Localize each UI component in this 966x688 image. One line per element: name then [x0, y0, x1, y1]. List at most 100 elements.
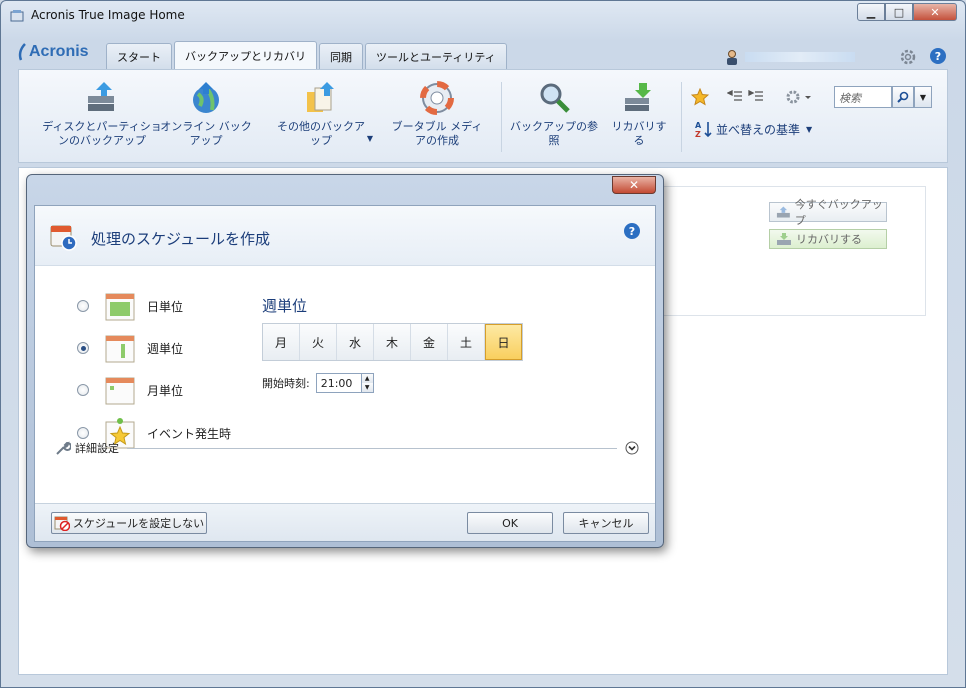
user-icon [727, 50, 737, 65]
start-time-spinner[interactable]: ▲ ▼ [361, 373, 374, 393]
user-name-redacted [745, 52, 855, 62]
day-mon[interactable]: 月 [263, 324, 300, 360]
weekday-selector: 月 火 水 木 金 土 日 [262, 323, 523, 361]
bootable-media-button[interactable]: ブータブル メディアの作成 [389, 80, 485, 148]
other-backup-label: その他のバックアップ [277, 120, 365, 147]
window-title: Acronis True Image Home [31, 8, 185, 22]
logo-swoosh-icon [18, 43, 26, 61]
option-weekly-label: 週単位 [147, 341, 184, 356]
tools-gear-dropdown-icon[interactable] [785, 88, 813, 106]
window-controls: ▁ □ ✕ [857, 3, 957, 21]
start-time-input[interactable]: 21:00 [315, 373, 362, 393]
disk-backup-label: ディスクとパーティションのバックアップ [42, 120, 162, 147]
disk-backup-icon [88, 82, 114, 111]
spinner-down-icon[interactable]: ▼ [361, 383, 373, 392]
day-sat[interactable]: 土 [448, 324, 485, 360]
option-daily-label: 日単位 [147, 299, 184, 314]
dialog-body: 日単位 週単位 月単位 イベント発生時 週単位 月 火 水 木 金 土 日 開始… [35, 267, 655, 503]
online-backup-button[interactable]: オンライン バックアップ [156, 80, 256, 148]
user-account[interactable] [725, 49, 855, 65]
dialog-help-icon[interactable]: ? [623, 222, 641, 240]
svg-text:A: A [695, 121, 702, 130]
title-bar: Acronis True Image Home ▁ □ ✕ [1, 1, 965, 31]
sort-az-icon: A Z [695, 121, 712, 138]
option-weekly[interactable]: 週単位 [77, 333, 183, 363]
recover-side-button[interactable]: リカバリする [769, 229, 887, 249]
app-icon [10, 10, 24, 22]
dialog-inner: 処理のスケジュールを作成 ? 日単位 週単位 月単位 イベント発生時 週単位 月… [34, 205, 656, 542]
schedule-dialog: ✕ 処理のスケジュールを作成 ? 日単位 週単位 月単位 イベント発生時 週単位… [26, 174, 664, 548]
svg-text:?: ? [935, 50, 941, 63]
no-schedule-icon [54, 516, 70, 531]
help-icon[interactable]: ? [929, 47, 947, 65]
radio-on-event[interactable] [77, 427, 89, 439]
disk-partition-backup-button[interactable]: ディスクとパーティションのバックアップ [37, 80, 167, 148]
start-time-label: 開始時刻: [262, 377, 310, 390]
dropdown-arrow-icon: ▼ [366, 134, 373, 143]
other-backup-button[interactable]: その他のバックアップ ▼ [273, 80, 373, 148]
tab-backup-recovery[interactable]: バックアップとリカバリ [174, 41, 317, 69]
wrench-icon [56, 441, 71, 455]
option-monthly[interactable]: 月単位 [77, 375, 183, 405]
backup-now-button[interactable]: 今すぐバックアップ [769, 198, 887, 227]
maximize-button[interactable]: □ [885, 3, 913, 21]
globe-icon [193, 82, 219, 113]
calendar-monthly-icon [105, 377, 135, 405]
calendar-weekly-icon [105, 335, 135, 363]
svg-text:Z: Z [695, 130, 701, 138]
tab-tools-utilities[interactable]: ツールとユーティリティ [365, 43, 507, 69]
sort-by-button[interactable]: A Z 並べ替えの基準 ▼ [694, 120, 812, 138]
acronis-logo: Acronis [17, 43, 89, 61]
recover-button[interactable]: リカバリする [609, 80, 669, 148]
radio-monthly[interactable] [77, 384, 89, 396]
browse-backups-button[interactable]: バックアップの参照 [509, 80, 599, 148]
option-daily[interactable]: 日単位 [77, 291, 183, 321]
cancel-button[interactable]: キャンセル [563, 512, 649, 534]
backup-now-label: 今すぐバックアップ [794, 198, 883, 227]
day-wed[interactable]: 水 [337, 324, 374, 360]
ok-button[interactable]: OK [467, 512, 553, 534]
minimize-button[interactable]: ▁ [857, 3, 885, 21]
settings-gear-icon[interactable] [899, 48, 917, 66]
search-icon [897, 91, 909, 103]
dropdown-arrow-icon: ▼ [806, 124, 813, 134]
radio-daily[interactable] [77, 300, 89, 312]
advanced-divider [127, 447, 617, 449]
radio-weekly[interactable] [77, 342, 89, 354]
toolbar-separator [501, 82, 502, 152]
svg-text:?: ? [629, 225, 635, 238]
recover-side-label: リカバリする [796, 233, 862, 246]
day-thu[interactable]: 木 [374, 324, 411, 360]
no-schedule-button[interactable]: スケジュールを設定しない [51, 512, 207, 534]
sort-by-label: 並べ替えの基準 [716, 122, 801, 137]
start-time-row: 開始時刻: 21:00 ▲ ▼ [262, 373, 374, 393]
tab-sync[interactable]: 同期 [319, 43, 363, 69]
magnifier-icon [540, 83, 570, 113]
weekly-section-title: 週単位 [262, 297, 308, 315]
expand-chevron-icon[interactable] [625, 441, 639, 455]
calendar-daily-icon [105, 293, 135, 321]
advanced-settings-row[interactable]: 詳細設定 [55, 440, 639, 456]
spinner-up-icon[interactable]: ▲ [361, 374, 373, 383]
tab-start[interactable]: スタート [106, 43, 172, 69]
search-input[interactable]: 検索 [834, 86, 892, 108]
ribbon-toolbar: ディスクとパーティションのバックアップ オンライン バックアップ その他のバック… [18, 69, 948, 163]
day-tue[interactable]: 火 [300, 324, 337, 360]
dialog-close-button[interactable]: ✕ [612, 176, 656, 194]
day-fri[interactable]: 金 [411, 324, 448, 360]
logo-text: Acronis [29, 43, 89, 60]
search-dropdown-button[interactable]: ▼ [914, 86, 932, 108]
day-sun[interactable]: 日 [485, 324, 522, 360]
list-view-icons[interactable] [727, 90, 767, 104]
option-monthly-label: 月単位 [147, 383, 184, 398]
close-button[interactable]: ✕ [913, 3, 957, 21]
favorites-star-icon[interactable] [691, 88, 709, 106]
documents-backup-icon [307, 82, 334, 112]
calendar-clock-icon [50, 225, 77, 251]
bootable-media-label: ブータブル メディアの作成 [391, 120, 483, 147]
backup-now-icon [776, 206, 790, 218]
lifebuoy-icon [420, 81, 454, 115]
option-on-event-label: イベント発生時 [147, 426, 232, 441]
search-button[interactable] [892, 86, 914, 108]
online-backup-label: オンライン バックアップ [160, 120, 252, 147]
